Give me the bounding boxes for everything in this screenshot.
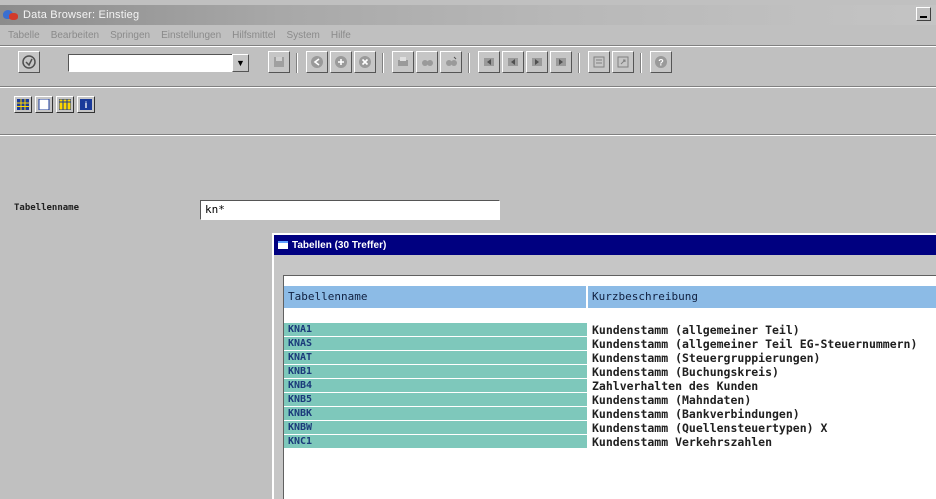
menu-tabelle[interactable]: Tabelle: [8, 30, 40, 41]
description-cell[interactable]: Kundenstamm (Bankverbindungen): [588, 407, 936, 421]
info-icon[interactable]: i: [77, 96, 95, 113]
table-name-cell[interactable]: KNAT: [284, 351, 587, 365]
save-icon[interactable]: [268, 51, 290, 73]
menu-bearbeiten[interactable]: Bearbeiten: [51, 30, 99, 41]
new-entries-icon[interactable]: [35, 96, 53, 113]
next-page-icon[interactable]: [526, 51, 548, 73]
sap-logo-icon: [3, 8, 19, 22]
minimize-button[interactable]: [916, 7, 931, 21]
menu-system[interactable]: System: [287, 30, 320, 41]
table-name-cell[interactable]: KNB4: [284, 379, 587, 393]
table-row[interactable]: KNAS Kundenstamm (allgemeiner Teil EG-St…: [284, 337, 936, 351]
help-icon[interactable]: ?: [650, 51, 672, 73]
table-name-cell[interactable]: KNB5: [284, 393, 587, 407]
cancel-icon[interactable]: [354, 51, 376, 73]
title-bar: Data Browser: Einstieg: [0, 5, 936, 25]
description-cell[interactable]: Kundenstamm (Steuergruppierungen): [588, 351, 936, 365]
standard-toolbar: ▼ ?: [0, 47, 936, 77]
table-row[interactable]: KNC1 Kundenstamm Verkehrszahlen: [284, 435, 936, 449]
table-row[interactable]: KNB5 Kundenstamm (Mahndaten): [284, 393, 936, 407]
result-table: Tabellenname Kurzbeschreibung KNA1 Kunde…: [283, 275, 936, 499]
column-header-kurzbeschreibung[interactable]: Kurzbeschreibung: [588, 286, 936, 308]
menu-bar: Tabelle Bearbeiten Springen Einstellunge…: [0, 26, 936, 44]
search-result-dialog: Tabellen (30 Treffer) Tabellenname Kurzb…: [272, 233, 936, 499]
table-body: KNA1 Kundenstamm (allgemeiner Teil) KNAS…: [284, 323, 936, 449]
window-title: Data Browser: Einstieg: [23, 9, 140, 21]
table-header: Tabellenname Kurzbeschreibung: [284, 286, 936, 308]
table-row[interactable]: KNB4 Zahlverhalten des Kunden: [284, 379, 936, 393]
command-field[interactable]: [68, 54, 248, 72]
command-dropdown-icon[interactable]: ▼: [232, 54, 249, 72]
svg-text:?: ?: [658, 58, 664, 68]
last-page-icon[interactable]: [550, 51, 572, 73]
table-name-cell[interactable]: KNA1: [284, 323, 587, 337]
table-name-label: Tabellenname: [14, 203, 80, 213]
table-row[interactable]: KNA1 Kundenstamm (allgemeiner Teil): [284, 323, 936, 337]
table-name-cell[interactable]: KNC1: [284, 435, 587, 449]
description-cell[interactable]: Kundenstamm (allgemeiner Teil EG-Steuern…: [588, 337, 936, 351]
menu-hilfe[interactable]: Hilfe: [331, 30, 351, 41]
svg-text:i: i: [85, 100, 88, 110]
create-session-icon[interactable]: [588, 51, 610, 73]
table-name-cell[interactable]: KNAS: [284, 337, 587, 351]
toolbar-separator: [0, 86, 936, 88]
description-cell[interactable]: Kundenstamm (Quellensteuertypen) X: [588, 421, 936, 435]
menu-einstellungen[interactable]: Einstellungen: [161, 30, 221, 41]
dialog-title: Tabellen (30 Treffer): [292, 239, 387, 251]
description-cell[interactable]: Zahlverhalten des Kunden: [588, 379, 936, 393]
description-cell[interactable]: Kundenstamm (Buchungskreis): [588, 365, 936, 379]
enter-icon[interactable]: [18, 51, 40, 73]
back-icon[interactable]: [306, 51, 328, 73]
exit-icon[interactable]: [330, 51, 352, 73]
find-icon[interactable]: [416, 51, 438, 73]
print-icon[interactable]: [392, 51, 414, 73]
table-icon[interactable]: [56, 96, 74, 113]
description-cell[interactable]: Kundenstamm Verkehrszahlen: [588, 435, 936, 449]
application-toolbar: i: [0, 89, 936, 127]
table-name-cell[interactable]: KNBW: [284, 421, 587, 435]
apptoolbar-separator: [0, 134, 936, 136]
find-next-icon[interactable]: [440, 51, 462, 73]
sap-window: Data Browser: Einstieg Tabelle Bearbeite…: [0, 0, 936, 499]
table-name-cell[interactable]: KNB1: [284, 365, 587, 379]
column-header-tabellenname[interactable]: Tabellenname: [284, 286, 587, 308]
table-name-input[interactable]: kn*: [200, 200, 500, 220]
table-contents-icon[interactable]: [14, 96, 32, 113]
table-row[interactable]: KNBK Kundenstamm (Bankverbindungen): [284, 407, 936, 421]
table-row[interactable]: KNAT Kundenstamm (Steuergruppierungen): [284, 351, 936, 365]
table-row[interactable]: KNB1 Kundenstamm (Buchungskreis): [284, 365, 936, 379]
window-icon: [278, 241, 288, 249]
dialog-title-bar: Tabellen (30 Treffer): [274, 235, 936, 255]
description-cell[interactable]: Kundenstamm (allgemeiner Teil): [588, 323, 936, 337]
table-name-cell[interactable]: KNBK: [284, 407, 587, 421]
menu-hilfsmittel[interactable]: Hilfsmittel: [232, 30, 275, 41]
first-page-icon[interactable]: [478, 51, 500, 73]
prev-page-icon[interactable]: [502, 51, 524, 73]
table-row[interactable]: KNBW Kundenstamm (Quellensteuertypen) X: [284, 421, 936, 435]
shortcut-icon[interactable]: [612, 51, 634, 73]
description-cell[interactable]: Kundenstamm (Mahndaten): [588, 393, 936, 407]
menu-springen[interactable]: Springen: [110, 30, 150, 41]
